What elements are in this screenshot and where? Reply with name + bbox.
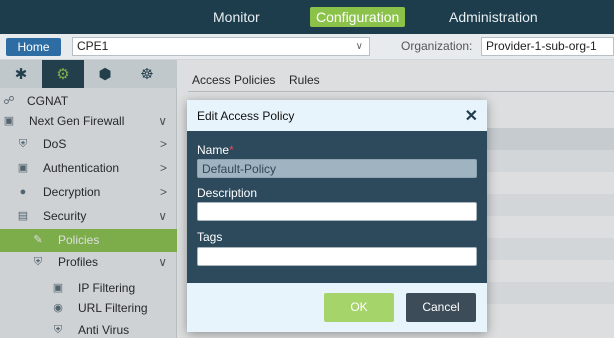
nav-configuration[interactable]: Configuration — [310, 7, 406, 27]
nav-administration[interactable]: Administration — [449, 7, 538, 27]
name-label: Name* — [197, 143, 234, 157]
description-field[interactable] — [197, 202, 477, 221]
cancel-button[interactable]: Cancel — [406, 293, 476, 322]
required-marker: * — [229, 143, 234, 157]
dialog-footer: OK Cancel — [187, 283, 487, 332]
dialog-header: Edit Access Policy ✕ — [187, 100, 487, 131]
tags-label: Tags — [197, 230, 223, 244]
chevron-down-icon: ∨ — [355, 41, 363, 52]
top-nav-bar: Monitor Configuration Administration — [0, 0, 614, 34]
home-button[interactable]: Home — [6, 38, 61, 56]
device-select-value: CPE1 — [77, 39, 109, 53]
tags-field[interactable] — [197, 247, 477, 266]
nav-monitor[interactable]: Monitor — [213, 7, 260, 27]
description-label: Description — [197, 186, 258, 200]
name-field[interactable] — [197, 159, 477, 178]
organization-label: Organization: — [401, 39, 473, 53]
organization-select[interactable]: Provider-1-sub-org-1 — [481, 37, 614, 56]
close-icon[interactable]: ✕ — [465, 106, 478, 126]
device-select[interactable]: CPE1 ∨ — [72, 37, 370, 56]
ok-button[interactable]: OK — [324, 293, 394, 322]
dialog-title: Edit Access Policy — [197, 109, 295, 123]
edit-access-policy-dialog: Edit Access Policy ✕ Name* Description T… — [187, 100, 487, 332]
context-bar: Home CPE1 ∨ Organization: Provider-1-sub… — [0, 34, 614, 60]
